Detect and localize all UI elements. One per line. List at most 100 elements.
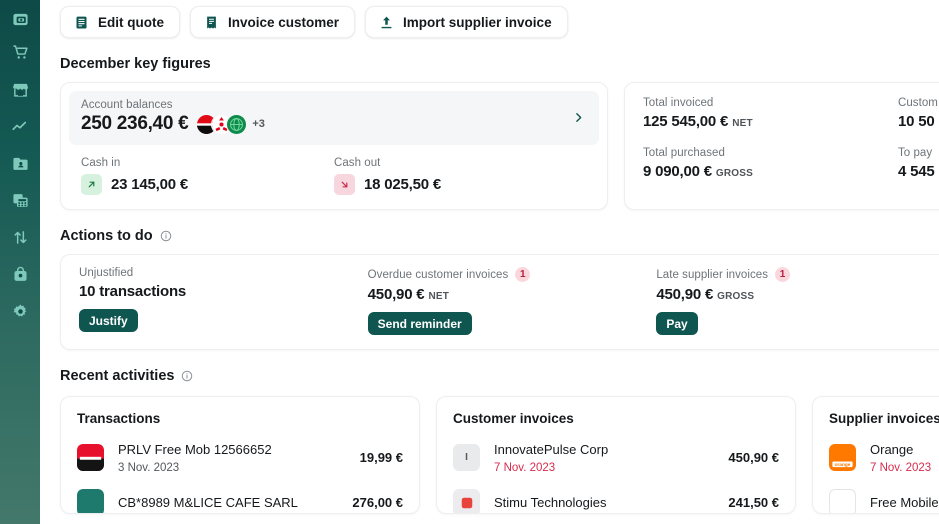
sidebar-item-briefcase[interactable] [0,256,40,293]
total-purchased-label: Total purchased [643,147,725,159]
contacts-folder-icon [12,155,29,172]
list-item[interactable]: Stimu Technologies 241,50 € [453,489,779,513]
account-balances-label: Account balances [81,99,173,111]
list-item[interactable]: CB*8989 M&LICE CAFE SARL 276,00 € [77,489,403,513]
sidebar-item-contacts[interactable] [0,145,40,182]
customer-invoices-card-title: Customer invoices [453,411,574,426]
transactions-card: Transactions PRLV Free Mob 12566652 3 No… [60,396,420,514]
justify-button[interactable]: Justify [79,309,138,332]
actions-title-text: Actions to do [60,228,153,244]
action-item-overdue-customer-invoices: Overdue customer invoices 1 450,90 € NET … [367,267,657,335]
account-summary-card: Account balances 250 236,40 € +3 Cash in… [60,82,608,210]
sidebar-item-settings[interactable] [0,293,40,330]
main-content: Edit quote Invoice customer Import suppl… [40,0,939,524]
transactions-card-title: Transactions [77,411,161,426]
action-amount: 450,90 € [656,286,714,303]
key-figures-title-text: December key figures [60,56,211,72]
list-item-name: Free Mobile [870,494,939,510]
storefront-icon [12,81,29,98]
list-item[interactable]: orange Orange 7 Nov. 2023 [829,441,939,474]
cash-out-label: Cash out [334,157,381,169]
recent-activities-row: Transactions PRLV Free Mob 12566652 3 No… [40,396,939,514]
sidebar-item-cart[interactable] [0,34,40,71]
action-tag: GROSS [717,291,755,302]
key-figures-title: December key figures [40,56,939,72]
supplier-invoices-card-title: Supplier invoices [829,411,939,426]
stimu-logo-icon [453,489,480,513]
list-item-amount: 241,50 € [728,495,779,510]
action-label: Late supplier invoices [656,268,769,281]
arrows-up-down-icon [12,229,29,246]
edit-quote-button[interactable]: Edit quote [60,6,180,38]
to-pay-label: To pay [898,147,933,159]
invoice-customer-button[interactable]: Invoice customer [190,6,356,38]
gear-icon [12,303,29,320]
list-item-amount: 19,99 € [359,450,403,465]
action-label: Unjustified [79,267,134,279]
shopping-cart-icon [12,44,29,61]
status-badge: 1 [775,267,791,282]
more-accounts-count: +3 [252,118,265,130]
actions-card: Unjustified 10 transactions Justify Over… [60,254,939,350]
upload-icon [379,15,394,30]
sidebar-item-transfers[interactable] [0,219,40,256]
bank-account-avatars[interactable]: +3 [196,113,265,135]
arrow-down-right-icon [334,174,355,195]
svg-text:orange: orange [835,462,851,468]
import-supplier-invoice-button[interactable]: Import supplier invoice [365,6,568,38]
customer-invoices-card: Customer invoices I InnovatePulse Corp 7… [436,396,796,514]
list-item[interactable]: PRLV Free Mob 12566652 3 Nov. 2023 19,99… [77,441,403,474]
sidebar [0,0,40,524]
sidebar-item-accounting[interactable] [0,182,40,219]
edit-quote-label: Edit quote [98,14,164,30]
total-invoiced-tag: NET [732,118,753,129]
action-value: 450,90 € GROSS [656,286,939,303]
recent-activities-title-text: Recent activities [60,368,175,384]
status-badge: 1 [515,267,531,282]
supplier-invoices-card: Supplier invoices orange Orange 7 Nov. 2… [812,396,939,514]
sidebar-item-logo[interactable] [0,4,40,34]
list-item-name: Stimu Technologies [494,494,607,510]
info-icon[interactable] [160,230,172,242]
pay-button[interactable]: Pay [656,312,698,335]
cash-in-cell: Cash in 23 145,00 € [81,157,334,195]
list-item-date: 3 Nov. 2023 [118,462,180,474]
total-purchased-cell: Total purchased 9 090,00 € GROSS [643,147,898,180]
action-tag: NET [428,291,450,302]
import-supplier-invoice-label: Import supplier invoice [403,14,552,30]
cash-in-label: Cash in [81,157,121,169]
total-invoiced-cell: Total invoiced 125 545,00 € NET [643,97,898,130]
list-item[interactable]: Free Mobile [829,489,939,513]
app-root: Edit quote Invoice customer Import suppl… [0,0,939,524]
initial-avatar: I [453,444,480,471]
action-toolbar: Edit quote Invoice customer Import suppl… [40,0,939,38]
key-figures-row: Account balances 250 236,40 € +3 Cash in… [40,82,939,210]
action-label: Overdue customer invoices [367,268,509,281]
sidebar-item-store[interactable] [0,71,40,108]
list-item-name: InnovatePulse Corp [494,442,609,457]
total-invoiced-label: Total invoiced [643,97,714,109]
cash-flow-row: Cash in 23 145,00 € Cash out 18 025,50 € [69,145,599,201]
list-item-name: CB*8989 M&LICE CAFE SARL [118,494,298,510]
invoice-customer-label: Invoice customer [228,14,340,30]
list-item[interactable]: I InnovatePulse Corp 7 Nov. 2023 450,90 … [453,441,779,474]
info-icon[interactable] [181,370,193,382]
total-invoiced-value: 125 545,00 € NET [643,113,898,130]
send-reminder-button[interactable]: Send reminder [367,312,472,335]
cash-out-amount: 18 025,50 € [364,176,442,193]
chevron-right-icon[interactable] [572,111,587,124]
invoicing-summary-card: Total invoiced 125 545,00 € NET Custom 10… [624,82,939,210]
list-item-name: Orange [870,442,914,457]
line-chart-icon [11,118,29,136]
action-value: 10 transactions [79,283,187,300]
account-balances-row[interactable]: Account balances 250 236,40 € +3 [69,91,599,145]
total-purchased-value: 9 090,00 € GROSS [643,163,898,180]
to-pay-value: 4 545 [898,163,935,180]
sidebar-item-analytics[interactable] [0,108,40,145]
list-item-date: 7 Nov. 2023 [494,462,556,474]
customer-credit-cell: Custom 10 50 [898,97,939,130]
briefcase-icon [12,266,29,283]
list-item-date: 7 Nov. 2023 [870,462,932,474]
action-value: 450,90 € NET [368,286,657,303]
free-mobile-logo-icon [77,444,104,471]
